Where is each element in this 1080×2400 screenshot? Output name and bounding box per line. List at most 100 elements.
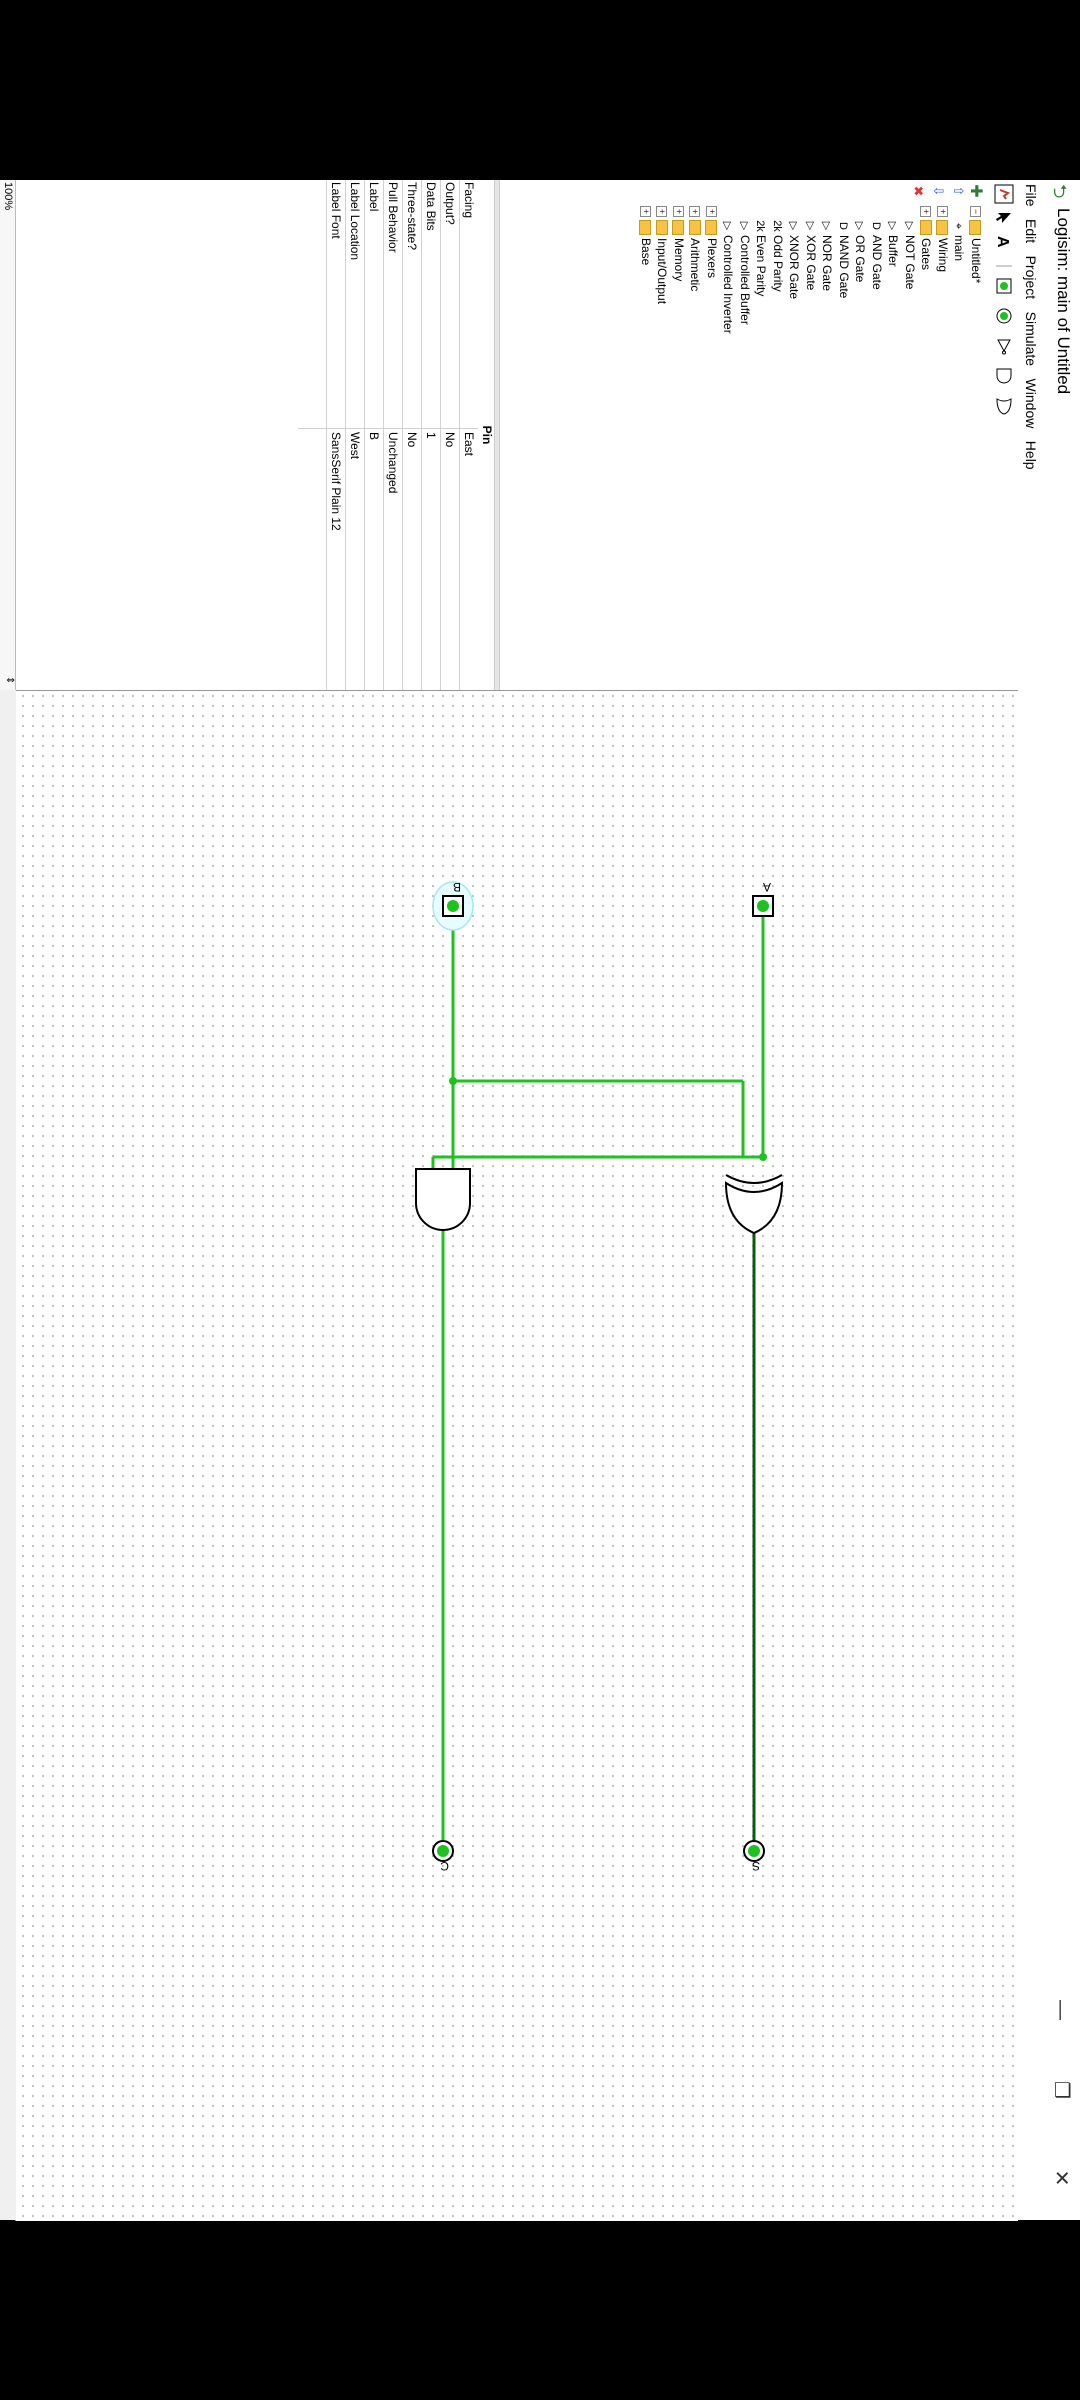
move-up-icon[interactable]: ⇧ xyxy=(948,182,966,200)
close-button[interactable]: ✕ xyxy=(1042,2148,1080,2208)
zoom-level[interactable]: 100% xyxy=(2,182,14,210)
xor-body[interactable] xyxy=(724,1181,784,1235)
pin-label: B xyxy=(453,880,461,894)
add-circuit-icon[interactable]: ✚ xyxy=(967,182,986,200)
expand-toggle-icon[interactable]: + xyxy=(689,206,701,217)
expand-toggle-icon[interactable]: − xyxy=(969,206,981,217)
attribute-name: Data Bits xyxy=(424,182,438,231)
tree-item-controlled-buffer[interactable]: ▷ Controlled Buffer xyxy=(737,220,753,325)
expand-toggle-icon[interactable]: + xyxy=(656,206,668,217)
attribute-row-data-bits[interactable]: Data Bits 1 xyxy=(421,180,440,690)
expand-toggle-icon[interactable]: + xyxy=(705,206,717,217)
attribute-row-pull-behavior[interactable]: Pull Behavior Unchanged xyxy=(383,180,402,690)
input-pin-b[interactable]: B xyxy=(432,880,474,931)
delete-circuit-icon[interactable]: ✖ xyxy=(908,182,926,200)
tree-item-label: Even Parity xyxy=(754,235,769,297)
output-pin-c[interactable]: C xyxy=(432,1840,454,1873)
screen: ⮌ Logisim: main of Untitled — ❐ ✕ File E… xyxy=(0,180,1080,2221)
menu-help[interactable]: Help xyxy=(1023,437,1042,474)
attribute-row-label-font[interactable]: Label Font SansSerif Plain 12 xyxy=(326,180,345,690)
minimize-button[interactable]: — xyxy=(1042,1980,1080,2040)
expand-toggle-icon[interactable]: + xyxy=(920,206,932,217)
restore-button[interactable]: ❐ xyxy=(1042,2060,1080,2120)
tree-item-label: Controlled Buffer xyxy=(738,235,752,325)
and-gate[interactable] xyxy=(415,1168,471,1231)
attribute-row-label-location[interactable]: Label Location West xyxy=(345,180,364,690)
tree-item-xnor-gate[interactable]: ▷ XNOR Gate xyxy=(787,220,803,299)
input-pin-a[interactable]: A xyxy=(752,880,774,917)
tree-item-odd-parity[interactable]: 2k Odd Parity xyxy=(770,220,786,292)
circuit-canvas[interactable]: A B S C xyxy=(15,690,1018,2221)
tree-item-or-gate[interactable]: ▷ OR Gate xyxy=(853,220,869,283)
poke-tool-icon[interactable] xyxy=(994,184,1014,204)
tree-item-base[interactable]: + Base xyxy=(638,206,654,265)
attribute-value[interactable]: No xyxy=(443,432,457,447)
menu-file[interactable]: File xyxy=(1023,180,1042,211)
tree-item-label: NOT Gate xyxy=(903,235,917,290)
menu-edit[interactable]: Edit xyxy=(1023,215,1042,247)
expand-toggle-icon[interactable]: + xyxy=(936,206,948,217)
or-gate-icon[interactable] xyxy=(994,396,1014,416)
attribute-value[interactable]: SansSerif Plain 12 xyxy=(329,432,343,531)
tree-item-gates[interactable]: + Gates xyxy=(919,206,935,270)
circuit-icon: ⌖ xyxy=(952,222,965,230)
menu-window[interactable]: Window xyxy=(1023,375,1042,433)
tree-item-buffer[interactable]: ▷ Buffer xyxy=(886,220,902,267)
tree-item-even-parity[interactable]: 2k Even Parity xyxy=(754,220,770,296)
attribute-value[interactable]: 1 xyxy=(424,432,438,439)
tree-item-untitled-[interactable]: − Untitled* xyxy=(968,206,984,283)
tree-item-arithmetic[interactable]: + Arithmetic xyxy=(688,206,704,291)
attribute-value[interactable]: West xyxy=(348,432,362,459)
tree-toolbar: ✚ ⇧ ⇩ ✖ xyxy=(906,182,986,202)
zoom-arrows-icon[interactable]: ⇕ xyxy=(4,676,15,684)
attribute-row-label[interactable]: Label B xyxy=(364,180,383,690)
horizontal-scrollbar[interactable] xyxy=(0,690,16,2220)
output-pin-s[interactable]: S xyxy=(743,1840,765,1873)
move-down-icon[interactable]: ⇩ xyxy=(928,182,946,200)
attribute-row-facing[interactable]: Facing East xyxy=(459,180,478,690)
tree-item-and-gate[interactable]: D AND Gate xyxy=(869,220,885,290)
tree-item-nor-gate[interactable]: ▷ NOR Gate xyxy=(820,220,836,291)
not-gate-icon[interactable] xyxy=(994,336,1014,356)
gate-icon: ▷ xyxy=(787,221,800,231)
tree-item-controlled-inverter[interactable]: ▷ Controlled Inverter xyxy=(721,220,737,334)
gate-icon: D xyxy=(870,222,882,230)
tree-item-nand-gate[interactable]: D NAND Gate xyxy=(836,220,852,298)
attribute-row-output-[interactable]: Output? No xyxy=(440,180,459,690)
attribute-value[interactable]: No xyxy=(405,432,419,447)
tree-item-wiring[interactable]: + Wiring xyxy=(935,206,951,272)
explorer-pane: A ✚ ⇧ ⇩ ✖ −Untitled* ⌖main +Wiring +Gate… xyxy=(0,180,1018,690)
menu-project[interactable]: Project xyxy=(1023,252,1042,304)
input-pin-icon[interactable] xyxy=(994,276,1014,296)
tree-item-xor-gate[interactable]: ▷ XOR Gate xyxy=(803,220,819,291)
attribute-table: Pin Facing East Output? No Data Bits 1 Three-s… xyxy=(16,180,496,690)
gate-icon: ▷ xyxy=(721,221,734,231)
menu-simulate[interactable]: Simulate xyxy=(1023,308,1042,370)
tree-item-main[interactable]: ⌖ main xyxy=(952,220,968,261)
output-pin-icon[interactable] xyxy=(994,306,1014,326)
tree-item-not-gate[interactable]: ▷ NOT Gate xyxy=(902,220,918,290)
tree-item-label: Base xyxy=(639,238,653,266)
zoom-control[interactable]: 100% ⇕ xyxy=(0,180,16,690)
tree-item-label: Controlled Inverter xyxy=(721,235,736,334)
xor-gate[interactable] xyxy=(724,1174,784,1235)
attribute-value[interactable]: B xyxy=(367,432,381,440)
tool-toolbar: A xyxy=(990,180,1018,420)
pin-value-dot xyxy=(748,1845,760,1857)
and-body[interactable] xyxy=(415,1168,471,1231)
gate-icon: D xyxy=(837,222,849,230)
tree-item-label: XOR Gate xyxy=(804,235,818,291)
expand-toggle-icon[interactable]: + xyxy=(672,206,684,217)
folder-icon xyxy=(705,220,718,235)
expand-toggle-icon[interactable]: + xyxy=(639,206,651,217)
attribute-value[interactable]: Unchanged xyxy=(386,432,400,493)
text-tool-icon[interactable]: A xyxy=(994,232,1014,252)
select-tool-icon[interactable] xyxy=(994,208,1014,228)
tree-item-plexers[interactable]: + Plexers xyxy=(704,206,720,278)
wires xyxy=(431,914,767,1851)
attribute-row-three-state-[interactable]: Three-state? No xyxy=(402,180,421,690)
tree-item-memory[interactable]: + Memory xyxy=(671,206,687,281)
tree-item-input-output[interactable]: + Input/Output xyxy=(655,206,671,304)
and-gate-icon[interactable] xyxy=(994,366,1014,386)
attribute-value[interactable]: East xyxy=(462,432,476,456)
